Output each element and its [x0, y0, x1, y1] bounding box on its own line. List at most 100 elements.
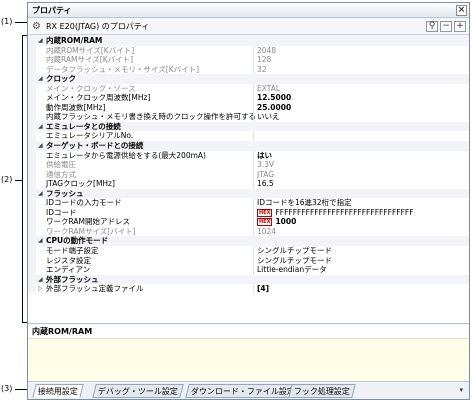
- category-row[interactable]: ◢ 外部フラッシュ: [28, 274, 469, 285]
- property-row[interactable]: 供給電圧 3.3V: [28, 160, 469, 170]
- description-body: [28, 339, 469, 381]
- category-row[interactable]: ◢ フラッシュ: [28, 188, 469, 199]
- row-indent: [28, 55, 36, 65]
- property-row[interactable]: IDコード HEX FFFFFFFFFFFFFFFFFFFFFFFFFFFFFFFF: [28, 207, 469, 218]
- property-value[interactable]: 12.5000: [257, 93, 291, 103]
- property-value[interactable]: [4]: [257, 284, 269, 294]
- column-divider: [253, 102, 254, 113]
- property-value[interactable]: はい: [257, 151, 272, 161]
- collapse-triangle-icon[interactable]: ◢: [38, 275, 43, 285]
- tab-debug-tool-settings[interactable]: デバッグ・ツール設定: [92, 384, 184, 398]
- property-value[interactable]: Little-endianデータ: [257, 265, 327, 275]
- row-indent: [28, 188, 36, 199]
- collapse-triangle-icon[interactable]: ◢: [38, 236, 43, 246]
- property-value[interactable]: 1024: [257, 227, 276, 237]
- property-row[interactable]: データフラッシュ・メモリ・サイズ[Kバイト] 32: [28, 64, 469, 75]
- property-row[interactable]: 内蔵ROMサイズ[Kバイト] 2048: [28, 45, 469, 56]
- collapse-all-button[interactable]: −: [440, 21, 452, 32]
- property-value[interactable]: HEX 1000: [257, 217, 296, 227]
- category-row[interactable]: ◢ エミュレータとの接続: [28, 121, 469, 132]
- property-row[interactable]: JTAGクロック[MHz] 16.5: [28, 179, 469, 189]
- property-row[interactable]: エミュレータシリアルNo.: [28, 131, 469, 142]
- property-value[interactable]: 25.0000: [257, 103, 291, 113]
- row-indent: [28, 265, 36, 275]
- column-divider: [253, 55, 254, 65]
- tab-download-file-settings[interactable]: ダウンロード・ファイル設定: [185, 384, 301, 398]
- row-indent: [28, 226, 36, 237]
- close-button[interactable]: ×: [456, 5, 467, 16]
- property-row[interactable]: 内蔵RAMサイズ[Kバイト] 128: [28, 55, 469, 65]
- column-divider: [253, 169, 254, 180]
- toolbar: ⚙ RX E20(JTAG) のプロパティ ⚲ − +: [28, 18, 469, 35]
- property-row[interactable]: メイン・クロック周波数[MHz] 12.5000: [28, 93, 469, 103]
- tab-connection-settings[interactable]: 接続用設定: [32, 384, 84, 398]
- property-value[interactable]: IDコードを16進32桁で指定: [257, 198, 352, 208]
- property-name: 外部フラッシュ定義ファイル: [46, 284, 144, 294]
- row-indent: [28, 93, 36, 103]
- property-name: メイン・クロック周波数[MHz]: [46, 93, 151, 103]
- property-value-text: はい: [257, 150, 272, 160]
- property-value[interactable]: いいえ: [257, 112, 280, 122]
- property-name: 内蔵フラッシュ・メモリ書き換え時のクロック操作を許可する: [46, 112, 256, 122]
- collapse-triangle-icon[interactable]: ◢: [38, 36, 43, 46]
- property-value[interactable]: 3.3V: [257, 160, 274, 170]
- row-indent: [28, 207, 36, 218]
- property-value[interactable]: シングルチップモード: [257, 256, 332, 266]
- property-value-text: 25.0000: [257, 102, 292, 112]
- property-row[interactable]: エンディアン Little-endianデータ: [28, 265, 469, 275]
- property-name: ワークRAM開始アドレス: [46, 217, 131, 227]
- property-value[interactable]: シングルチップモード: [257, 246, 332, 256]
- category-label: CPUの動作モード: [46, 236, 109, 246]
- row-indent: [28, 131, 36, 142]
- property-value[interactable]: 16.5: [257, 179, 274, 189]
- property-row[interactable]: メイン・クロック・ソース EXTAL: [28, 83, 469, 94]
- tab-list-dropdown-icon[interactable]: ▾: [459, 386, 463, 394]
- row-indent: [28, 217, 36, 227]
- window-title: プロパティ: [32, 6, 72, 15]
- category-row[interactable]: ◢ 内蔵ROM/RAM: [28, 36, 469, 46]
- category-row[interactable]: ◢ CPUの動作モード: [28, 236, 469, 247]
- column-divider: [253, 255, 254, 266]
- property-value-text: FFFFFFFFFFFFFFFFFFFFFFFFFFFFFFFF: [275, 207, 414, 217]
- property-name: 通信方式: [46, 169, 76, 179]
- property-row[interactable]: エミュレータから電源供給をする(最大200mA) はい: [28, 150, 469, 161]
- property-row[interactable]: 通信方式 JTAG: [28, 169, 469, 180]
- property-value[interactable]: 32: [257, 65, 267, 75]
- column-divider: [253, 131, 254, 142]
- category-row[interactable]: ◢ クロック: [28, 74, 469, 84]
- collapse-triangle-icon[interactable]: ◢: [38, 122, 43, 132]
- properties-window: プロパティ × ⚙ RX E20(JTAG) のプロパティ ⚲ − + ◢ 内蔵R…: [27, 2, 470, 400]
- row-indent: [28, 198, 36, 208]
- property-name: エミュレータから電源供給をする(最大200mA): [46, 150, 206, 160]
- property-row[interactable]: レジスタ設定 シングルチップモード: [28, 255, 469, 266]
- search-button[interactable]: ⚲: [426, 21, 438, 32]
- row-indent: [28, 150, 36, 161]
- hex-badge-icon: HEX: [257, 218, 273, 227]
- property-value-text: 3.3V: [257, 160, 275, 170]
- column-divider: [253, 217, 254, 227]
- collapse-triangle-icon[interactable]: ◢: [38, 189, 43, 199]
- property-value[interactable]: JTAG: [257, 170, 274, 180]
- property-value[interactable]: 2048: [257, 46, 276, 56]
- column-divider: [253, 226, 254, 237]
- property-row[interactable]: 動作周波数[MHz] 25.0000: [28, 102, 469, 113]
- property-value[interactable]: 128: [257, 55, 271, 65]
- property-row[interactable]: IDコードの入力モード IDコードを16進32桁で指定: [28, 198, 469, 208]
- row-indent: [28, 284, 36, 294]
- expand-arrow-icon[interactable]: ▷: [38, 284, 43, 294]
- property-row[interactable]: ▷ 外部フラッシュ定義ファイル [4]: [28, 284, 469, 294]
- property-row[interactable]: モード端子設定 シングルチップモード: [28, 246, 469, 256]
- expand-all-button[interactable]: +: [454, 21, 466, 32]
- property-value[interactable]: EXTAL: [257, 84, 280, 94]
- tab-hook-settings[interactable]: フック処理設定: [288, 384, 356, 398]
- property-value[interactable]: HEX FFFFFFFFFFFFFFFFFFFFFFFFFFFFFFFF: [257, 208, 414, 218]
- category-row[interactable]: ◢ ターゲット・ボードとの接続: [28, 141, 469, 151]
- property-row[interactable]: 内蔵フラッシュ・メモリ書き換え時のクロック操作を許可する いいえ: [28, 112, 469, 122]
- collapse-triangle-icon[interactable]: ◢: [38, 74, 43, 84]
- collapse-triangle-icon[interactable]: ◢: [38, 141, 43, 151]
- property-value-text: 12.5000: [257, 93, 292, 103]
- column-divider: [253, 284, 254, 294]
- callout-2: (2): [1, 175, 13, 184]
- property-row[interactable]: ワークRAM開始アドレス HEX 1000: [28, 217, 469, 227]
- row-indent: [28, 83, 36, 94]
